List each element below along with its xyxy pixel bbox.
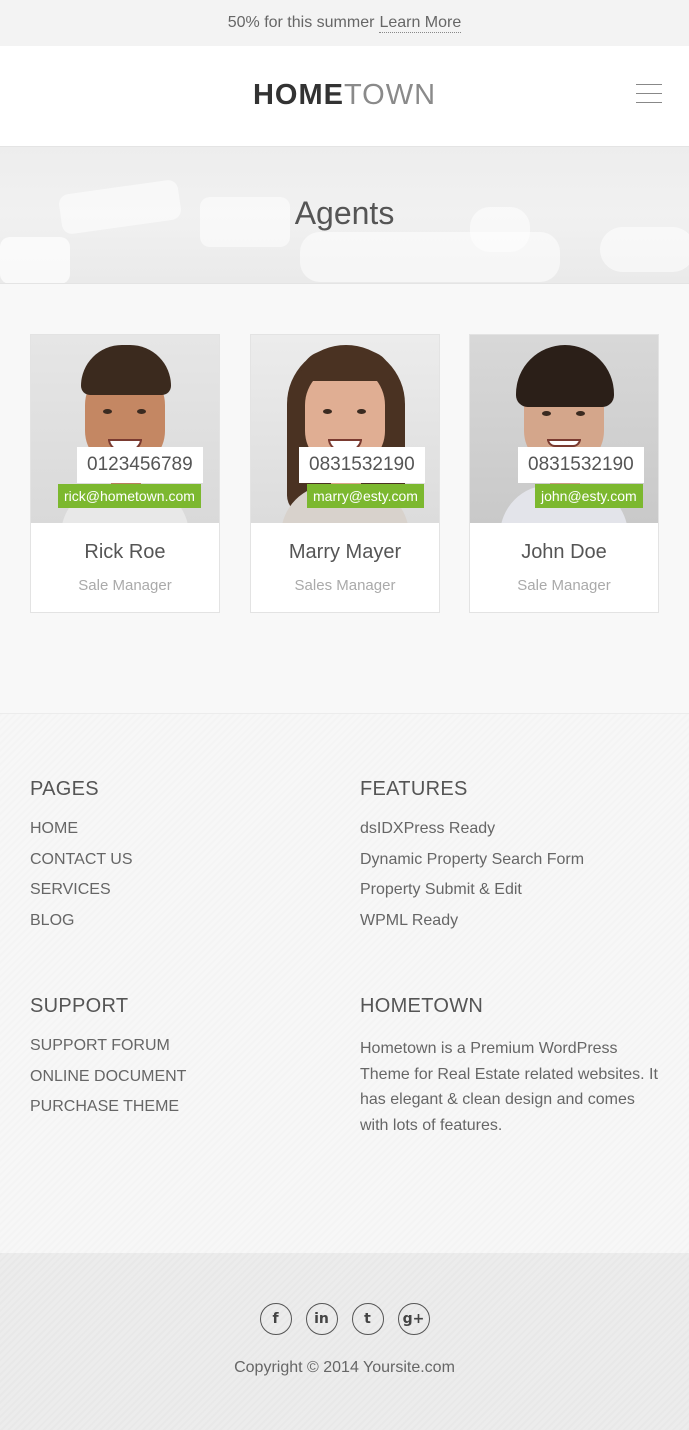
widget-title: SUPPORT [30,995,129,1017]
logo-town: TOWN [343,79,437,111]
agent-card[interactable]: 0831532190 marry@esty.com Marry Mayer Sa… [250,334,440,613]
page-title-banner: Agents [0,147,689,284]
agents-section: 0123456789 rick@hometown.com Rick Roe Sa… [0,285,689,713]
feature-item[interactable]: Property Submit & Edit [360,880,670,911]
agent-card[interactable]: 0831532190 john@esty.com John Doe Sale M… [469,334,659,613]
footer-link-purchase-theme[interactable]: PURCHASE THEME [30,1097,340,1128]
footer-link-contact-us[interactable]: CONTACT US [30,850,340,881]
agent-role: Sales Manager [294,577,396,594]
agent-email[interactable]: marry@esty.com [307,484,424,508]
twitter-icon[interactable]: t [351,1303,384,1335]
agent-role: Sale Manager [78,577,172,594]
linkedin-icon[interactable]: in [305,1303,338,1335]
footer-widgets: PAGES HOME CONTACT US SERVICES BLOG FEAT… [0,713,689,1253]
footer-link-services[interactable]: SERVICES [30,880,340,911]
widget-title: PAGES [30,778,99,800]
hometown-description: Hometown is a Premium WordPress Theme fo… [360,1040,658,1134]
agent-phone: 0123456789 [77,447,203,483]
logo-home: HOME [252,79,344,111]
page-title: Agents [294,195,395,231]
feature-item[interactable]: Dynamic Property Search Form [360,850,670,881]
agent-card[interactable]: 0123456789 rick@hometown.com Rick Roe Sa… [30,334,220,613]
agent-role: Sale Manager [517,577,611,594]
google-plus-icon[interactable]: g+ [397,1303,430,1335]
agent-name[interactable]: John Doe [470,541,658,564]
bottom-footer: f in t g+ Copyright © 2014 Yoursite.com [0,1253,689,1430]
hamburger-icon[interactable] [636,84,662,106]
widget-title: HOMETOWN [360,995,484,1017]
support-widget: SUPPORT SUPPORT FORUM ONLINE DOCUMENT PU… [30,995,340,1128]
footer-link-home[interactable]: HOME [30,819,340,850]
promo-text: 50% for this summer [227,14,375,31]
feature-item[interactable]: dsIDXPress Ready [360,819,670,850]
agent-name[interactable]: Marry Mayer [251,541,439,564]
agent-email[interactable]: rick@hometown.com [58,484,201,508]
footer-link-support-forum[interactable]: SUPPORT FORUM [30,1036,340,1067]
facebook-icon[interactable]: f [259,1303,292,1335]
learn-more-link[interactable]: Learn More [379,14,462,33]
widget-title: FEATURES [360,778,468,800]
hometown-widget: HOMETOWN Hometown is a Premium WordPress… [360,995,660,1138]
copyright-text: Copyright © 2014 Yoursite.com [234,1359,455,1376]
site-header: HOMETOWN [0,46,689,147]
promo-bar: 50% for this summer Learn More [0,0,689,46]
footer-link-blog[interactable]: BLOG [30,911,340,942]
agent-phone: 0831532190 [518,447,644,483]
site-logo[interactable]: HOMETOWN [0,79,689,112]
social-links: f in t g+ [0,1303,689,1335]
features-widget: FEATURES dsIDXPress Ready Dynamic Proper… [360,778,670,942]
agent-phone: 0831532190 [299,447,425,483]
agent-email[interactable]: john@esty.com [535,484,643,508]
pages-widget: PAGES HOME CONTACT US SERVICES BLOG [30,778,340,942]
feature-item[interactable]: WPML Ready [360,911,670,942]
footer-link-online-document[interactable]: ONLINE DOCUMENT [30,1067,340,1098]
agent-name[interactable]: Rick Roe [31,541,219,564]
